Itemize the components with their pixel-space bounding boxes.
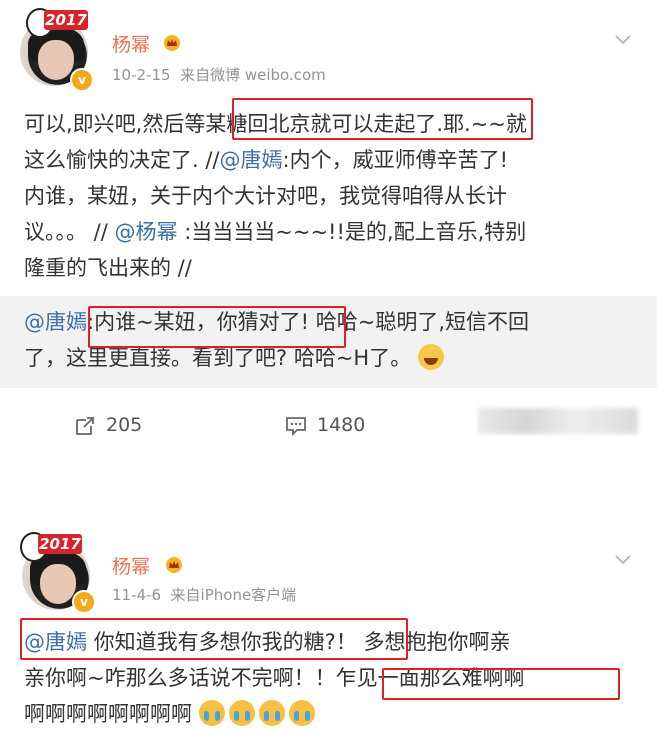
verified-icon: v — [72, 590, 96, 614]
comment-button[interactable]: 1480 — [285, 405, 365, 445]
crying-emoji-icon — [198, 700, 225, 726]
repost-button[interactable]: 205 — [74, 405, 142, 445]
crown-icon — [166, 557, 182, 573]
year-badge-text: 2017 — [44, 10, 88, 30]
body-line-4: 议。。。 // @杨幂 :当当当当~~~!!是的,配上音乐,特别 — [24, 220, 527, 244]
mention-link[interactable]: @唐嫣 — [220, 148, 283, 172]
comment-count: 1480 — [317, 414, 366, 436]
body-line-2: 这么愉快的决定了. //@唐嫣:内个，威亚师傅辛苦了! — [24, 148, 509, 172]
chevron-down-icon[interactable] — [614, 550, 632, 568]
timestamp: 10-2-15 — [112, 66, 171, 84]
post-card-1: 2017 v 杨幂 10-2-15 来自微博 weibo.com 可以,即兴吧,… — [0, 0, 657, 470]
year-badge-text: 2017 — [38, 534, 82, 554]
highlight-box — [382, 668, 620, 700]
mention-link[interactable]: @杨幂 — [115, 220, 178, 244]
comment-icon — [286, 416, 306, 436]
author-name[interactable]: 杨幂 — [112, 30, 150, 57]
avatar-face — [40, 564, 76, 604]
post-meta: 11-4-6 来自iPhone客户端 — [112, 584, 296, 605]
body-line-5: 隆重的飞出来的 // — [24, 256, 192, 280]
year-badge: 2017 — [20, 532, 82, 562]
post-meta: 10-2-15 来自微博 weibo.com — [112, 64, 326, 85]
timestamp: 11-4-6 — [112, 586, 161, 604]
verified-icon: v — [70, 68, 94, 92]
like-button[interactable] — [478, 408, 638, 434]
sobbing-emoji-icon — [258, 700, 285, 726]
post-card-2: 2017 v 杨幂 11-4-6 来自iPhone客户端 @唐嫣 你知道我有多想… — [0, 520, 657, 746]
source: 来自微博 weibo.com — [180, 66, 326, 84]
highlight-box — [20, 618, 408, 660]
grin-emoji-icon — [417, 344, 444, 370]
crying-emoji-icon — [228, 700, 255, 726]
body-line-3: 啊啊啊啊啊啊啊啊 — [24, 696, 644, 732]
sobbing-emoji-icon — [288, 700, 315, 726]
year-badge: 2017 — [26, 8, 88, 38]
author-name[interactable]: 杨幂 — [112, 552, 150, 579]
mention-link[interactable]: @唐嫣 — [24, 310, 87, 334]
avatar-face — [38, 40, 74, 80]
highlight-box — [232, 98, 533, 140]
repost-block[interactable]: @唐嫣:内谁~某妞，你猜对了! 哈哈~聪明了,短信不回 了，这里更直接。看到了吧… — [0, 296, 657, 388]
source: 来自iPhone客户端 — [170, 586, 297, 604]
repost-icon — [76, 416, 94, 435]
repost-count: 205 — [106, 414, 143, 436]
chevron-down-icon[interactable] — [614, 30, 632, 48]
highlight-box — [88, 306, 346, 348]
crown-icon — [164, 35, 180, 51]
post-separator — [0, 470, 657, 520]
body-line-3: 内谁，某妞，关于内个大计对吧，我觉得咱得从长计 — [24, 184, 507, 208]
